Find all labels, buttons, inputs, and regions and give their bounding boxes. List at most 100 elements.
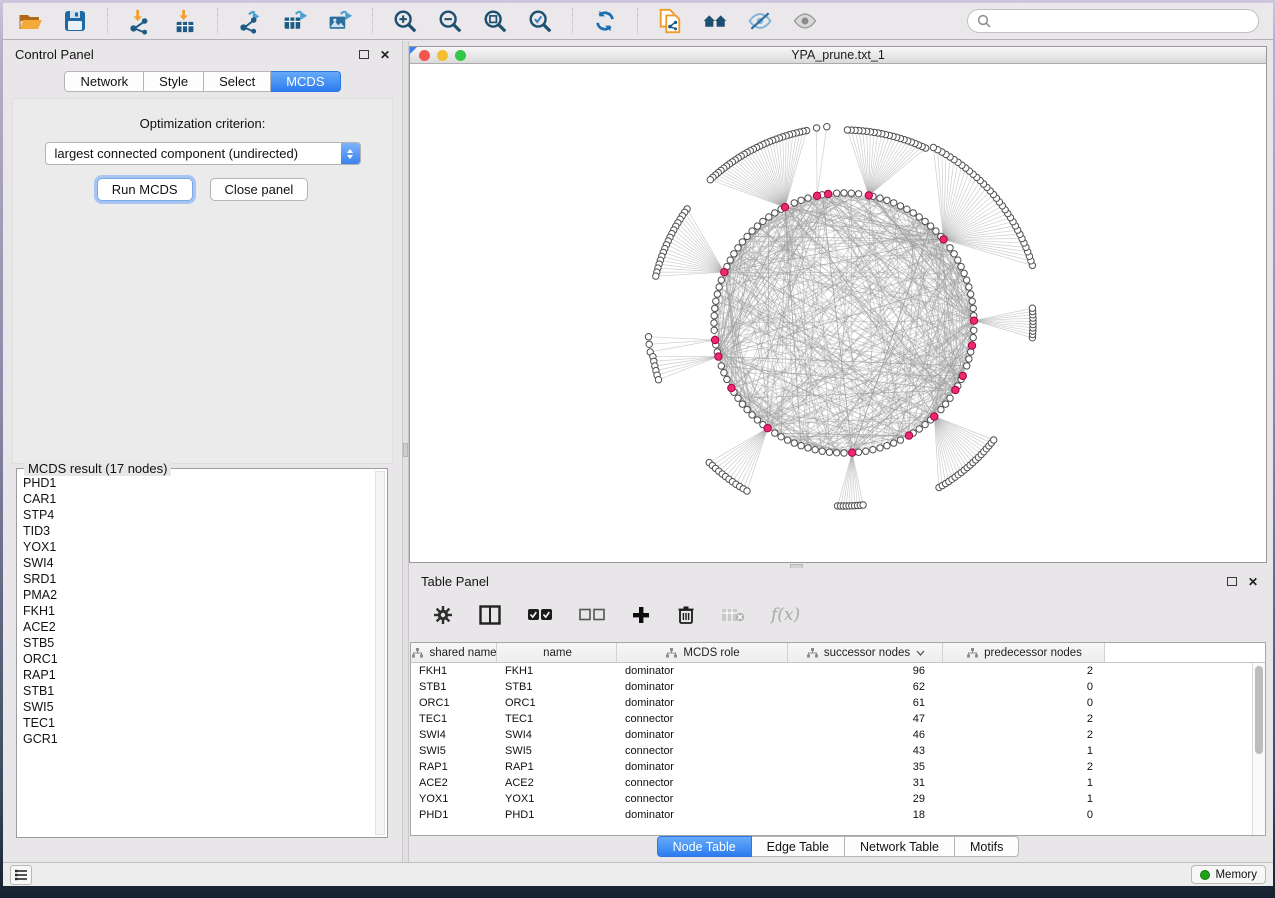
result-list-item[interactable]: SRD1 <box>23 571 371 587</box>
table-row[interactable]: ORC1ORC1dominator610 <box>411 695 1252 711</box>
result-list-item[interactable]: STP4 <box>23 507 371 523</box>
network-canvas[interactable] <box>410 64 1266 562</box>
task-history-button[interactable] <box>10 865 32 885</box>
table-cell: 62 <box>788 679 943 695</box>
splitter-handle[interactable] <box>403 443 408 457</box>
hide-selected-icon[interactable] <box>747 8 773 34</box>
result-list-item[interactable]: PHD1 <box>23 475 371 491</box>
table-cell: 0 <box>943 695 1105 711</box>
desktop: Control Panel ✕ NetworkStyleSelectMCDS O… <box>0 0 1275 898</box>
export-image-icon[interactable] <box>327 8 353 34</box>
tab-mcds[interactable]: MCDS <box>271 71 340 92</box>
zoom-in-icon[interactable] <box>392 8 418 34</box>
close-panel-button[interactable]: Close panel <box>210 178 309 201</box>
close-panel-icon[interactable]: ✕ <box>380 49 390 61</box>
float-panel-icon[interactable] <box>359 50 369 59</box>
export-network-icon[interactable] <box>237 8 263 34</box>
function-builder-icon[interactable]: f(x) <box>771 603 800 627</box>
result-list-item[interactable]: FKH1 <box>23 603 371 619</box>
table-cell: 0 <box>943 807 1105 823</box>
column-header-predecessor-nodes[interactable]: predecessor nodes <box>943 643 1105 662</box>
result-list-item[interactable]: TEC1 <box>23 715 371 731</box>
table-cell: 35 <box>788 759 943 775</box>
table-row[interactable]: FKH1FKH1dominator962 <box>411 663 1252 679</box>
result-list-item[interactable]: SWI5 <box>23 699 371 715</box>
criterion-select[interactable]: largest connected component (undirected) <box>45 142 361 165</box>
close-window-icon[interactable] <box>419 50 430 61</box>
result-list-item[interactable]: RAP1 <box>23 667 371 683</box>
node-table: shared namenameMCDS rolesuccessor nodesp… <box>410 642 1266 836</box>
add-column-icon[interactable] <box>631 603 651 627</box>
copy-network-icon[interactable] <box>657 8 683 34</box>
table-cell: dominator <box>617 663 788 679</box>
select-all-icon[interactable] <box>527 603 553 627</box>
tab-network-table[interactable]: Network Table <box>845 836 955 857</box>
result-list-item[interactable]: TID3 <box>23 523 371 539</box>
save-session-icon[interactable] <box>62 8 88 34</box>
table-row[interactable]: ACE2ACE2connector311 <box>411 775 1252 791</box>
scrollbar-thumb[interactable] <box>1255 666 1263 754</box>
table-row[interactable]: RAP1RAP1dominator352 <box>411 759 1252 775</box>
zoom-out-icon[interactable] <box>437 8 463 34</box>
result-list-item[interactable]: ORC1 <box>23 651 371 667</box>
open-file-icon[interactable] <box>17 8 43 34</box>
table-row[interactable]: TEC1TEC1connector472 <box>411 711 1252 727</box>
column-header-successor-nodes[interactable]: successor nodes <box>788 643 943 662</box>
tab-network[interactable]: Network <box>64 71 144 92</box>
table-row[interactable]: SWI5SWI5connector431 <box>411 743 1252 759</box>
table-row[interactable]: YOX1YOX1connector291 <box>411 791 1252 807</box>
search-icon <box>977 14 991 28</box>
minimize-window-icon[interactable] <box>437 50 448 61</box>
tab-node-table[interactable]: Node Table <box>657 836 752 857</box>
first-neighbors-icon[interactable] <box>702 8 728 34</box>
table-cell: TEC1 <box>411 711 497 727</box>
search-box[interactable] <box>967 9 1259 33</box>
show-all-icon[interactable] <box>792 8 818 34</box>
import-table-icon[interactable] <box>172 8 198 34</box>
column-header-MCDS-role[interactable]: MCDS role <box>617 643 788 662</box>
export-table-icon[interactable] <box>282 8 308 34</box>
tab-edge-table[interactable]: Edge Table <box>752 836 845 857</box>
refresh-icon[interactable] <box>592 8 618 34</box>
result-list-item[interactable]: YOX1 <box>23 539 371 555</box>
result-list-item[interactable]: ACE2 <box>23 619 371 635</box>
import-network-icon[interactable] <box>127 8 153 34</box>
memory-button[interactable]: Memory <box>1191 865 1266 884</box>
column-header-name[interactable]: name <box>497 643 617 662</box>
table-cell: connector <box>617 711 788 727</box>
tab-style[interactable]: Style <box>144 71 204 92</box>
table-settings-gear-icon[interactable] <box>433 603 453 627</box>
delete-table-icon[interactable] <box>721 603 745 627</box>
table-row[interactable]: STB1STB1dominator620 <box>411 679 1252 695</box>
vertical-splitter[interactable] <box>402 41 409 862</box>
search-input[interactable] <box>996 14 1249 28</box>
network-window-titlebar[interactable]: YPA_prune.txt_1 <box>410 47 1266 64</box>
result-list-item[interactable]: CAR1 <box>23 491 371 507</box>
result-list-item[interactable]: GCR1 <box>23 731 371 747</box>
table-cell <box>1105 775 1252 791</box>
delete-column-icon[interactable] <box>677 603 695 627</box>
column-header-shared-name[interactable]: shared name <box>411 643 497 662</box>
deselect-all-icon[interactable] <box>579 603 605 627</box>
zoom-fit-icon[interactable] <box>482 8 508 34</box>
result-list-item[interactable]: STB1 <box>23 683 371 699</box>
result-list-item[interactable]: SWI4 <box>23 555 371 571</box>
show-columns-icon[interactable] <box>479 603 501 627</box>
table-cell <box>1105 679 1252 695</box>
maximize-window-icon[interactable] <box>455 50 466 61</box>
table-row[interactable]: PHD1PHD1dominator180 <box>411 807 1252 823</box>
tab-motifs[interactable]: Motifs <box>955 836 1019 857</box>
control-panel-tabs: NetworkStyleSelectMCDS <box>3 71 402 92</box>
result-scrollbar[interactable] <box>375 471 385 835</box>
table-cell: SWI4 <box>497 727 617 743</box>
result-list-item[interactable]: PMA2 <box>23 587 371 603</box>
result-list-item[interactable]: STB5 <box>23 635 371 651</box>
table-cell: dominator <box>617 695 788 711</box>
table-scrollbar[interactable] <box>1252 663 1265 835</box>
run-mcds-button[interactable]: Run MCDS <box>97 178 193 201</box>
zoom-selected-icon[interactable] <box>527 8 553 34</box>
close-panel-icon[interactable]: ✕ <box>1248 576 1258 588</box>
table-row[interactable]: SWI4SWI4dominator462 <box>411 727 1252 743</box>
float-panel-icon[interactable] <box>1227 577 1237 586</box>
tab-select[interactable]: Select <box>204 71 271 92</box>
